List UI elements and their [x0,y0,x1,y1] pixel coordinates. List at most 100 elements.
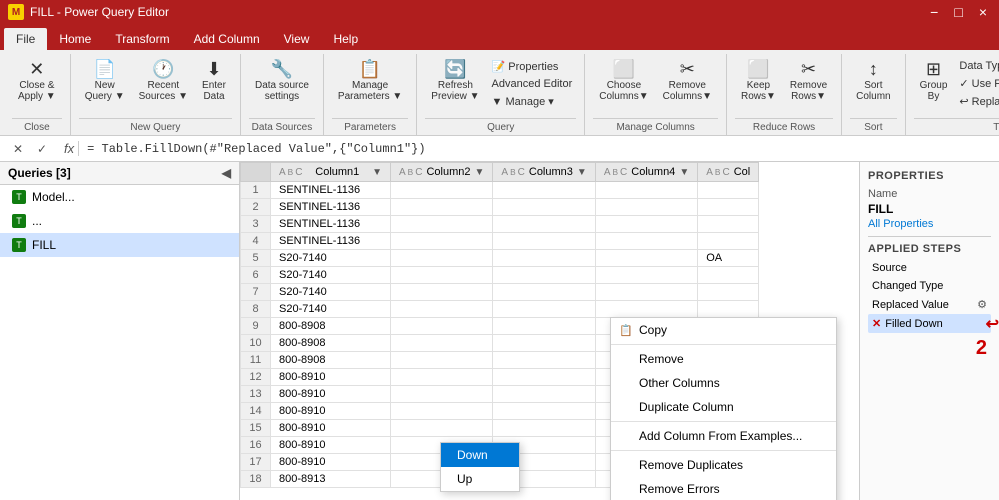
ribbon: ✕ Close &Apply ▼ Close 📄 NewQuery ▼ 🕐 Re… [0,50,999,136]
recent-sources-button[interactable]: 🕐 RecentSources ▼ [133,58,194,104]
keep-rows-button[interactable]: ⬜ KeepRows▼ [735,58,782,104]
group-by-button[interactable]: ⊞ GroupBy [914,58,954,104]
col4-label: Column4 [631,166,675,178]
ribbon-group-transform: ⊞ GroupBy Data Type: Text ▼ ✓ Use First … [906,54,999,135]
tab-help[interactable]: Help [321,28,370,50]
step-filled-down[interactable]: ✕ Filled Down ↩ [868,314,991,333]
step-changed-type-label: Changed Type [872,280,987,292]
choose-columns-button[interactable]: ⬜ ChooseColumns▼ [593,58,654,104]
tab-add-column[interactable]: Add Column [182,28,272,50]
advanced-editor-button[interactable]: Advanced Editor [488,76,577,92]
tab-home[interactable]: Home [47,28,103,50]
data-area[interactable]: ABC Column1 ▼ ABC Column2 ▼ [240,162,859,500]
window-controls: − □ × [926,4,991,20]
remove-rows-button[interactable]: ✂ RemoveRows▼ [784,58,833,104]
step-changed-type[interactable]: Changed Type [868,277,991,295]
first-row-headers-button[interactable]: ✓ Use First Row as Headers ▼ [955,75,999,92]
new-query-button[interactable]: 📄 NewQuery ▼ [79,58,131,104]
main-area: Queries [3] ◀ T Model... T ... T FILL AB… [0,162,999,500]
formula-confirm-button[interactable]: ✓ [32,139,52,159]
query-item-model[interactable]: T Model... [0,185,239,209]
col-header-4[interactable]: ABC Column4 ▼ [595,163,697,182]
step-source[interactable]: Source [868,259,991,277]
step-replaced-value[interactable]: Replaced Value ⚙ [868,295,991,314]
step-replaced-value-gear[interactable]: ⚙ [977,298,987,311]
query-fill-icon: T [12,238,26,252]
manage-button[interactable]: ▼ Manage ▾ [488,93,577,110]
refresh-preview-icon: 🔄 [444,60,466,78]
close-apply-button[interactable]: ✕ Close &Apply ▼ [12,58,62,104]
ctx-sep-1 [611,344,836,345]
close-apply-label: Close &Apply ▼ [18,80,56,102]
remove-columns-icon: ✂ [680,60,695,78]
ribbon-group-reduce-rows-label: Reduce Rows [735,118,833,135]
ctx-add-col-examples[interactable]: Add Column From Examples... [611,424,836,448]
data-source-settings-icon: 🔧 [271,60,293,78]
enter-data-button[interactable]: ⬇ EnterData [196,58,232,104]
name-label: Name [868,188,991,200]
refresh-preview-button[interactable]: 🔄 RefreshPreview ▼ [425,58,485,104]
data-source-settings-button[interactable]: 🔧 Data sourcesettings [249,58,315,104]
col-header-3[interactable]: ABC Column3 ▼ [493,163,595,182]
ctx-remove[interactable]: Remove [611,347,836,371]
step-filled-down-delete[interactable]: ✕ [872,317,881,330]
tab-view[interactable]: View [272,28,322,50]
query-fill-label: FILL [32,238,56,252]
remove-rows-icon: ✂ [801,60,816,78]
query-item-fill[interactable]: T FILL [0,233,239,257]
col-header-1[interactable]: ABC Column1 ▼ [271,163,391,182]
properties-button[interactable]: 📝 Properties [488,58,577,75]
formula-cancel-button[interactable]: ✕ [8,139,28,159]
remove-columns-button[interactable]: ✂ RemoveColumns▼ [657,58,718,104]
manage-parameters-label: ManageParameters ▼ [338,80,402,102]
data-type-button[interactable]: Data Type: Text ▼ [955,58,999,74]
tab-transform[interactable]: Transform [103,28,181,50]
minimize-button[interactable]: − [926,4,942,20]
maximize-button[interactable]: □ [950,4,966,20]
all-properties-link[interactable]: All Properties [868,218,991,230]
queries-collapse-button[interactable]: ◀ [222,166,231,180]
manage-parameters-icon: 📋 [359,60,381,78]
step-filled-down-label: Filled Down [885,318,987,330]
formula-input[interactable]: = Table.FillDown(#"Replaced Value",{"Col… [87,142,991,156]
close-button[interactable]: × [975,4,991,20]
col-header-5[interactable]: ABC Col [698,163,759,182]
ribbon-group-query-label: Query [425,118,576,135]
col-type-badge-3: ABC [501,167,524,178]
app-icon: M [8,4,24,20]
refresh-preview-label: RefreshPreview ▼ [431,80,479,102]
ribbon-group-close: ✕ Close &Apply ▼ Close [4,54,71,135]
ctx-copy[interactable]: 📋 Copy [611,318,836,342]
col-header-2[interactable]: ABC Column2 ▼ [391,163,493,182]
table-row: 1SENTINEL-1136 [241,182,759,199]
col4-filter[interactable]: ▼ [679,167,689,178]
choose-columns-icon: ⬜ [613,60,635,78]
manage-parameters-button[interactable]: 📋 ManageParameters ▼ [332,58,408,104]
col-type-badge-5: ABC [706,167,729,178]
ctx-remove-other-cols[interactable]: Other Columns [611,371,836,395]
table-row: 6S20-7140 [241,267,759,284]
ribbon-tabs: File Home Transform Add Column View Help [0,24,999,50]
ctx-remove-duplicates[interactable]: Remove Duplicates [611,453,836,477]
col2-filter[interactable]: ▼ [475,167,485,178]
ribbon-group-parameters-label: Parameters [332,118,408,135]
enter-data-label: EnterData [202,80,226,102]
col3-filter[interactable]: ▼ [577,167,587,178]
close-apply-icon: ✕ [29,60,44,78]
fill-submenu: Down Up [440,442,520,492]
recent-sources-label: RecentSources ▼ [139,80,188,102]
table-row: 4SENTINEL-1136 [241,233,759,250]
ctx-duplicate-column[interactable]: Duplicate Column [611,395,836,419]
fill-up-item[interactable]: Up [441,467,519,491]
query-item-2[interactable]: T ... [0,209,239,233]
ctx-remove-errors[interactable]: Remove Errors [611,477,836,500]
col1-filter[interactable]: ▼ [372,167,382,178]
title-bar: M FILL - Power Query Editor − □ × [0,0,999,24]
replace-values-button[interactable]: ↩ Replace Values [955,93,999,110]
choose-columns-label: ChooseColumns▼ [599,80,648,102]
data-source-settings-label: Data sourcesettings [255,80,309,102]
fill-down-item[interactable]: Down [441,443,519,467]
tab-file[interactable]: File [4,28,47,50]
col5-label: Col [734,166,751,178]
sort-column-button[interactable]: ↕ SortColumn [850,58,896,104]
